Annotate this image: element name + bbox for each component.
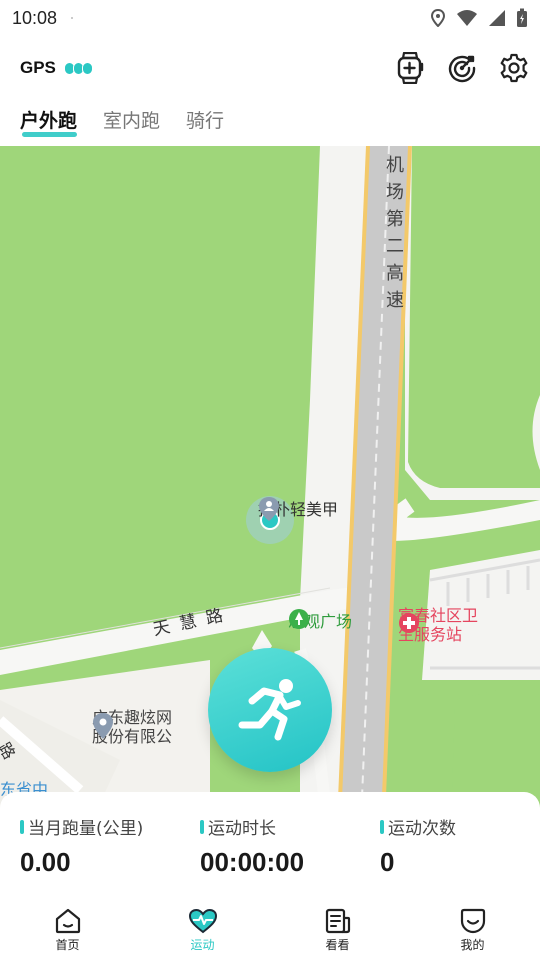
nail-salon-poi[interactable]: 指朴轻美甲 (258, 496, 338, 521)
tab-outdoor-run[interactable]: 户外跑 (20, 106, 78, 139)
watch-add-icon (397, 52, 424, 84)
home-icon (55, 908, 80, 934)
highway-label-char: 高 (386, 263, 404, 284)
clinic-poi[interactable]: 富春社区卫 生服务站 (398, 606, 478, 644)
gear-icon (500, 53, 528, 83)
status-time: 10:08 (12, 7, 58, 28)
duration-stat: 运动时长 00:00:00 (200, 814, 304, 878)
highway-label-char: 二 (386, 236, 404, 257)
sport-tabs: 户外跑 室内跑 骑行 (20, 106, 224, 139)
duration-label: 运动时长 (200, 814, 304, 839)
nav-watch[interactable]: 看看 (270, 892, 405, 960)
monthly-distance-label: 当月跑量(公里) (20, 814, 143, 839)
company-poi[interactable]: 广东趣炫网 股份有限公 (92, 708, 172, 746)
notification-dot (71, 17, 74, 19)
map-pin-icon (93, 713, 113, 739)
nav-watch-label: 看看 (325, 938, 350, 952)
goal-button[interactable] (446, 52, 478, 84)
running-person-icon (238, 679, 301, 741)
highway-label-char: 机 (386, 155, 404, 176)
workout-count-stat: 运动次数 0 (380, 814, 456, 878)
wifi-icon (457, 10, 477, 26)
plaza-poi[interactable]: 思观广场 (288, 608, 352, 632)
gps-status: GPS (20, 58, 93, 78)
smile-icon (460, 908, 485, 934)
status-icons (430, 8, 528, 28)
nav-profile[interactable]: 我的 (405, 892, 540, 960)
nav-sport[interactable]: 运动 (135, 892, 270, 960)
person-pin-icon (259, 497, 279, 521)
start-run-button[interactable] (208, 648, 332, 772)
header: GPS 户外跑 室内跑 骑行 (0, 36, 540, 146)
highway-label: 机 场 第 二 高 速 (386, 152, 404, 314)
header-actions (394, 52, 530, 84)
hospital-icon (399, 613, 419, 633)
heart-pulse-icon (188, 908, 217, 934)
nav-sport-label: 运动 (190, 938, 215, 952)
screen: 10:08 GPS 户外跑 室内跑 骑行 机 场 第 二 高 速 指朴轻美甲 天… (0, 0, 540, 960)
highway-label-char: 第 (386, 209, 404, 230)
tab-indoor-run[interactable]: 室内跑 (103, 106, 160, 139)
stats-panel: 当月跑量(公里) 0.00 运动时长 00:00:00 运动次数 0 (0, 792, 540, 892)
status-bar: 10:08 (0, 0, 540, 36)
monthly-distance-value: 0.00 (20, 847, 71, 877)
highway-label-char: 场 (386, 182, 404, 203)
nav-profile-label: 我的 (460, 938, 485, 952)
battery-icon (517, 8, 527, 27)
location-icon (430, 9, 446, 27)
nav-home[interactable]: 首页 (0, 892, 135, 960)
gps-label: GPS (20, 58, 56, 77)
bottom-nav: 首页 运动 看看 我的 (0, 892, 540, 960)
gps-signal-indicator (63, 61, 93, 75)
watch-add-button[interactable] (394, 52, 426, 84)
tab-cycling[interactable]: 骑行 (186, 106, 224, 139)
park-icon (289, 609, 309, 629)
nav-home-label: 首页 (55, 938, 80, 952)
duration-value: 00:00:00 (200, 847, 305, 877)
workout-count-value: 0 (380, 847, 395, 877)
monthly-distance-stat: 当月跑量(公里) 0.00 (20, 814, 143, 878)
settings-button[interactable] (498, 52, 530, 84)
highway-label-char: 速 (386, 290, 404, 311)
workout-count-label: 运动次数 (380, 814, 456, 839)
news-icon (325, 908, 350, 934)
target-icon (448, 55, 476, 83)
signal-icon (489, 10, 505, 26)
road-label-char: 慧 (177, 611, 199, 635)
